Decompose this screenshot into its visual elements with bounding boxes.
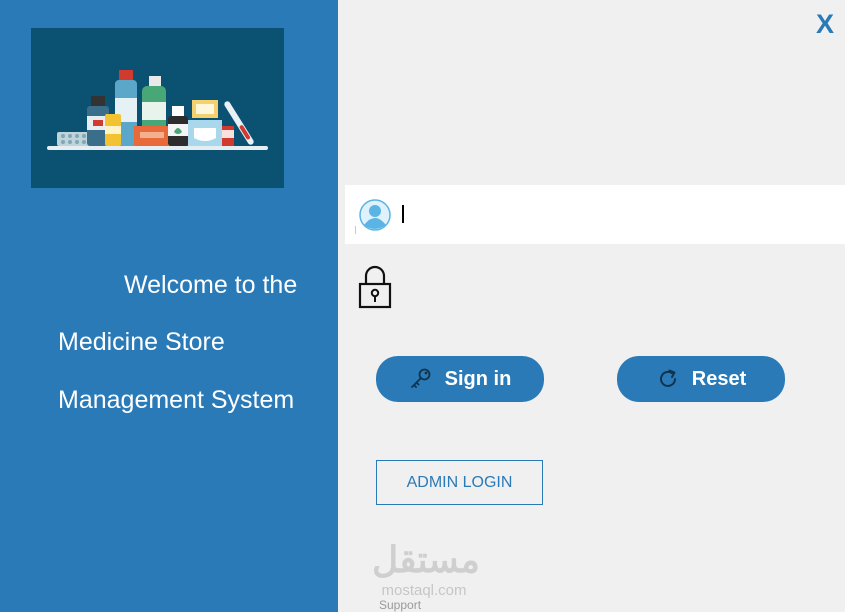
reset-button[interactable]: Reset: [617, 356, 785, 402]
user-icon: [359, 199, 391, 231]
username-input[interactable]: [401, 200, 835, 230]
reset-label: Reset: [691, 367, 747, 390]
key-icon: [410, 368, 431, 388]
sign-in-button[interactable]: Sign in: [376, 356, 544, 402]
username-field[interactable]: [345, 185, 845, 244]
admin-login-label: ADMIN LOGIN: [406, 473, 513, 491]
medicine-illustration: [31, 28, 284, 188]
watermark-arabic: مستقل: [372, 539, 480, 580]
watermark-latin: mostaql.com: [381, 582, 467, 599]
text-caret: [402, 205, 404, 223]
close-icon: X: [815, 9, 834, 39]
refresh-icon: [659, 369, 676, 387]
admin-login-button[interactable]: ADMIN LOGIN: [376, 460, 543, 505]
welcome-line-1: Welcome to the: [124, 271, 298, 299]
welcome-line-2: Medicine Store: [58, 328, 225, 356]
lock-icon[interactable]: [358, 263, 392, 309]
close-button[interactable]: X: [812, 8, 838, 40]
left-panel: Welcome to the Medicine Store Management…: [0, 0, 338, 612]
field-divider: [355, 226, 356, 234]
watermark-support: Support: [379, 598, 422, 612]
sign-in-label: Sign in: [444, 367, 512, 390]
welcome-line-3: Management System: [58, 386, 295, 414]
